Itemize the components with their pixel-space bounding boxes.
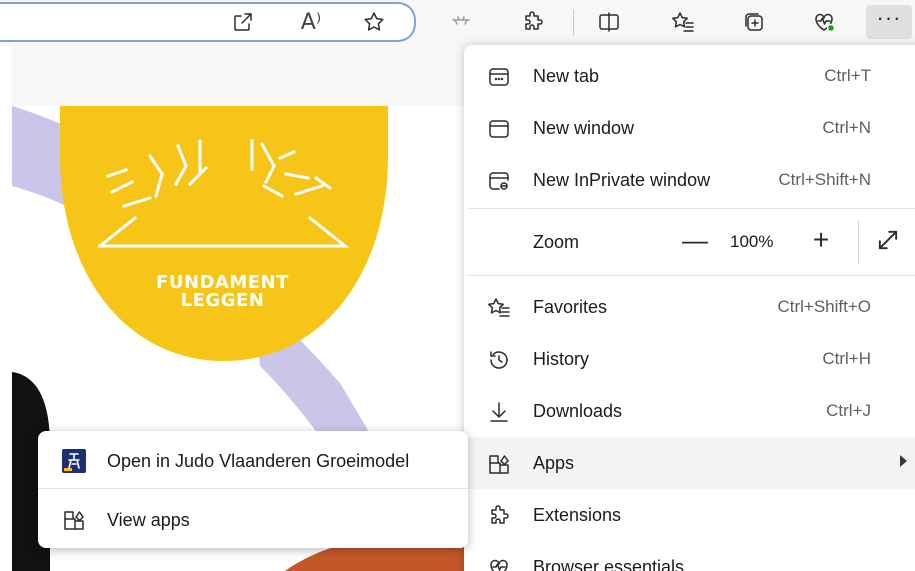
inprivate-icon [486,168,512,194]
fullscreen-icon[interactable] [874,226,904,256]
menu-label: Downloads [533,400,623,421]
apps-submenu: Open in Judo Vlaanderen Groeimodel View … [38,431,468,548]
menu-item-new-window[interactable]: New window Ctrl+N [464,102,915,154]
submenu-label: View apps [107,510,190,530]
zoom-label: Zoom [533,232,580,252]
menu-shortcut: Ctrl+T [824,66,871,85]
menu-separator [468,275,915,276]
apps-icon [486,451,512,477]
menu-item-downloads[interactable]: Downloads Ctrl+J [464,385,915,437]
read-aloud-icon[interactable]: A⁾ [294,5,328,39]
menu-label: History [533,348,590,369]
address-bar[interactable] [0,2,416,42]
add-favorite-icon[interactable] [357,5,391,39]
extensions-icon [486,503,512,529]
split-screen-icon[interactable] [592,5,626,39]
menu-item-apps[interactable]: Apps [464,437,915,489]
menu-shortcut: Ctrl+N [822,118,871,137]
extensions-icon[interactable] [516,5,550,39]
browser-toolbar: A⁾ ··· [0,0,915,46]
menu-label: Extensions [533,504,622,525]
menu-label: New InPrivate window [533,169,711,190]
menu-label: New tab [533,65,600,86]
open-in-app-icon[interactable] [226,5,260,39]
zoom-out-button[interactable]: — [678,223,712,257]
browser-essentials-icon [486,555,512,571]
browser-extension-icon[interactable] [444,5,478,39]
apps-icon [62,508,86,532]
menu-separator [468,208,915,209]
favorites-icon[interactable] [666,5,700,39]
toolbar-separator [573,10,574,36]
read-aloud-glyph: A⁾ [300,9,322,35]
judo-app-icon [62,449,86,473]
new-window-icon [486,116,512,142]
submenu-item-open-in-app[interactable]: Open in Judo Vlaanderen Groeimodel [38,433,468,489]
menu-label: Browser essentials [533,556,685,571]
browser-settings-menu: New tab Ctrl+T New window Ctrl+N New InP… [464,45,915,571]
chevron-right-icon [900,455,907,467]
menu-item-browser-essentials[interactable]: Browser essentials [464,541,915,571]
submenu-label: Open in Judo Vlaanderen Groeimodel [107,451,410,471]
favorites-icon [486,295,512,321]
menu-item-history[interactable]: History Ctrl+H [464,333,915,385]
submenu-separator [38,488,468,489]
history-icon [486,347,512,373]
zoom-divider [858,220,859,264]
new-tab-icon [486,64,512,90]
menu-shortcut: Ctrl+H [822,349,871,368]
badge-title-line2: LEGGEN [180,290,265,311]
menu-label: Apps [533,452,575,473]
menu-item-extensions[interactable]: Extensions [464,489,915,541]
download-icon [486,399,512,425]
menu-shortcut: Ctrl+Shift+N [778,170,871,189]
zoom-value: 100% [730,232,774,251]
menu-label: Favorites [533,296,608,317]
more-options-icon: ··· [876,5,902,30]
menu-shortcut: Ctrl+J [826,401,871,420]
menu-shortcut: Ctrl+Shift+O [777,297,871,316]
collections-icon[interactable] [737,5,771,39]
menu-item-new-inprivate-window[interactable]: New InPrivate window Ctrl+Shift+N [464,154,915,206]
menu-zoom-row: Zoom — 100% + [464,210,915,274]
browser-essentials-icon[interactable] [807,5,841,39]
badge-title: FUNDAMENT LEGGEN [110,274,335,310]
more-options-button[interactable]: ··· [866,5,912,39]
menu-item-new-tab[interactable]: New tab Ctrl+T [464,50,915,102]
menu-item-favorites[interactable]: Favorites Ctrl+Shift+O [464,281,915,333]
menu-label: New window [533,117,635,138]
zoom-in-button[interactable]: + [804,223,838,257]
submenu-item-view-apps[interactable]: View apps [38,492,468,548]
